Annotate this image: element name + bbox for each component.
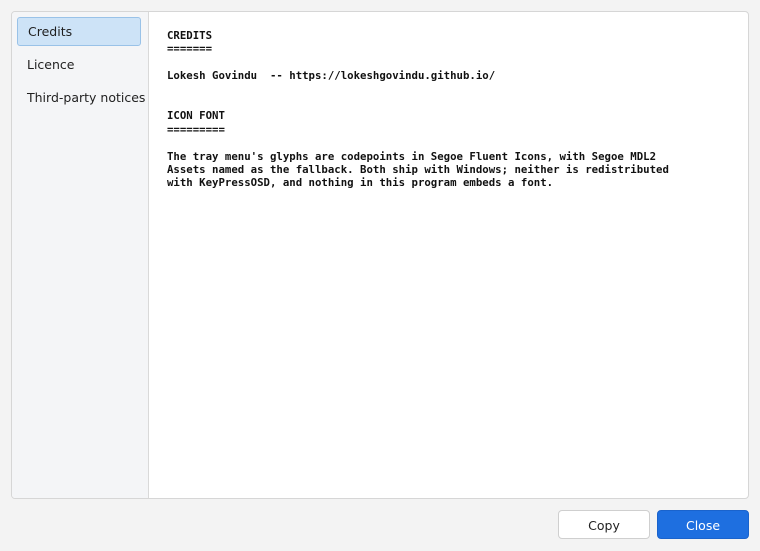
sidebar-item-label: Credits	[28, 24, 73, 39]
close-button[interactable]: Close	[657, 510, 749, 539]
copy-button[interactable]: Copy	[558, 510, 650, 539]
credits-text: CREDITS ======= Lokesh Govindu -- https:…	[167, 29, 669, 190]
sidebar-item-label: Third-party notices	[27, 90, 146, 105]
sidebar-item-third-party-notices[interactable]: Third-party notices	[17, 83, 145, 112]
sidebar-item-credits[interactable]: Credits	[17, 17, 141, 46]
dialog-panel: Credits Licence Third-party notices CRED…	[11, 11, 749, 499]
sidebar-item-licence[interactable]: Licence	[17, 50, 141, 79]
sidebar-nav: Credits Licence Third-party notices	[12, 12, 149, 498]
sidebar-item-label: Licence	[27, 57, 75, 72]
